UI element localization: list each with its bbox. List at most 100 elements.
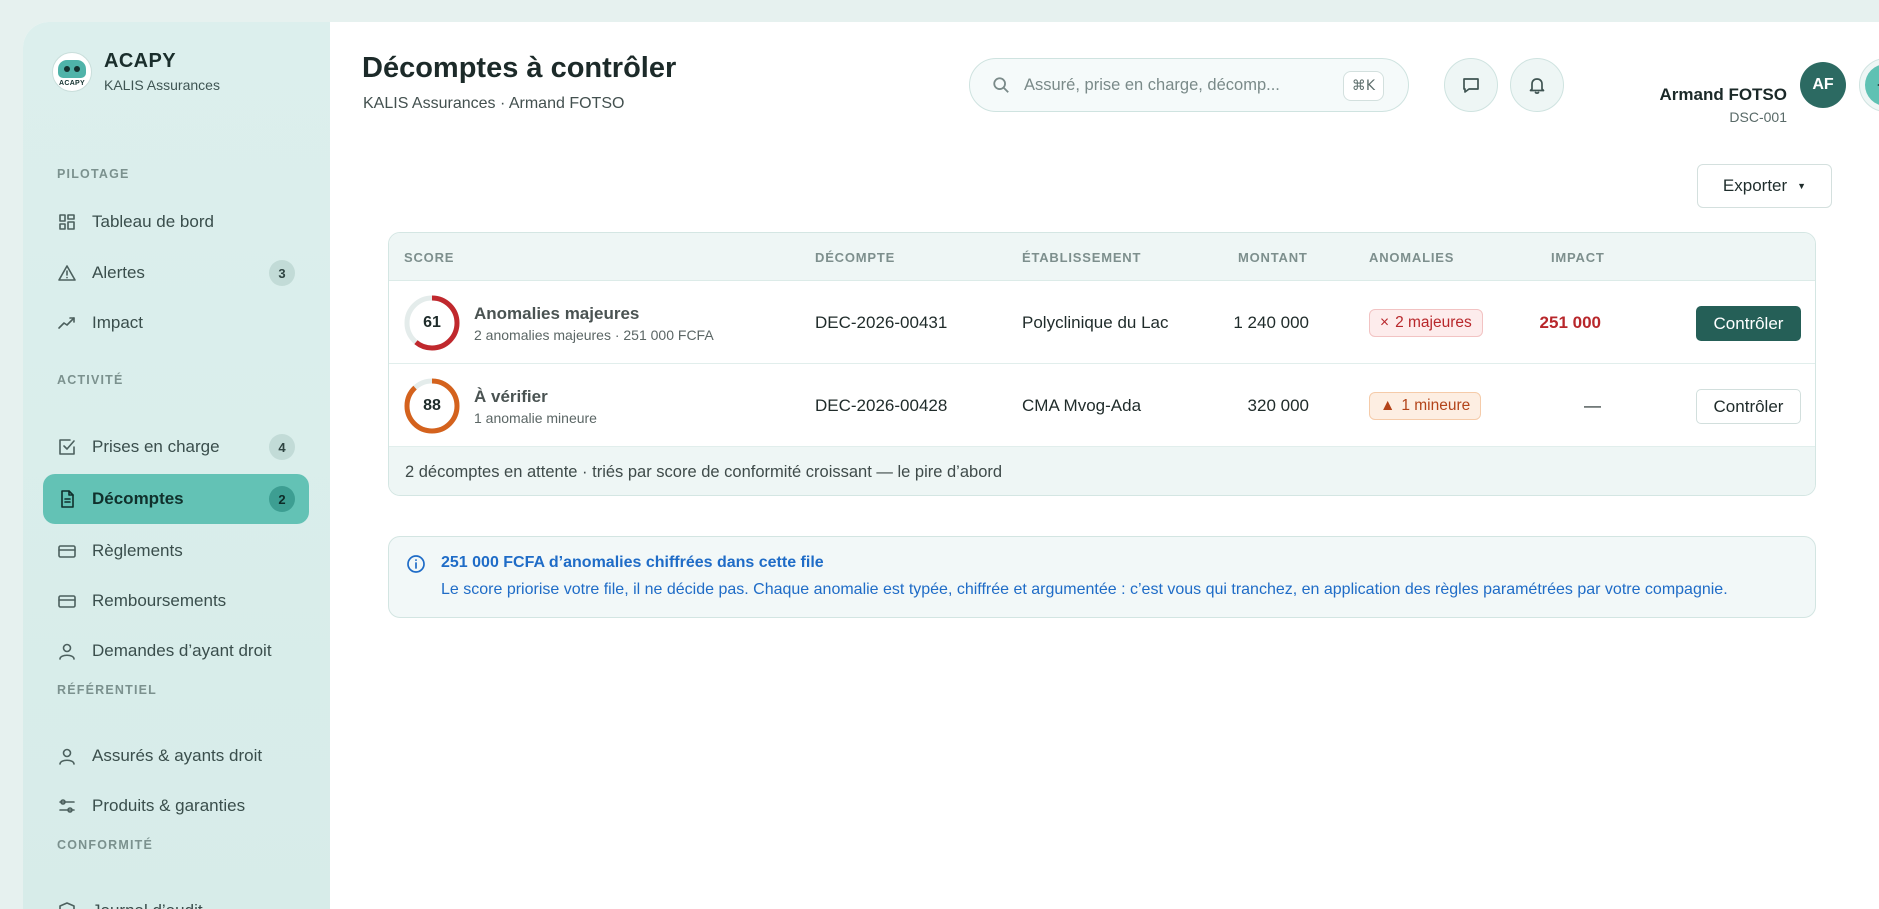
sidebar-item-reglements[interactable]: Règlements xyxy=(43,526,309,576)
info-icon xyxy=(407,555,425,573)
section-label-pilotage: PILOTAGE xyxy=(57,167,130,181)
main-content: Décomptes à contrôler KALIS Assurances ·… xyxy=(330,22,1879,909)
user-id: DSC-001 xyxy=(1729,109,1787,125)
trend-icon xyxy=(58,317,75,329)
sidebar-item-demandes-ayant-droit[interactable]: Demandes d’ayant droit xyxy=(43,626,309,676)
message-icon xyxy=(1463,78,1479,93)
sidebar-item-label: Remboursements xyxy=(92,591,227,610)
user-icon xyxy=(59,748,75,765)
section-label-conformite: CONFORMITÉ xyxy=(57,838,154,852)
grid-icon xyxy=(59,214,75,230)
sidebar-item-decomptes[interactable]: Décomptes 2 xyxy=(43,474,309,524)
row-title: Anomalies majeures xyxy=(474,304,640,323)
sidebar-item-label: Prises en charge xyxy=(92,437,220,456)
impact-value: 251 000 xyxy=(1539,313,1601,332)
export-label: Exporter xyxy=(1722,176,1788,195)
montant-value: 1 240 000 xyxy=(1233,313,1309,332)
shortcut-hint: ⌘K xyxy=(1342,71,1384,101)
card-icon xyxy=(58,595,76,608)
brand[interactable]: ACAPY ACAPY KALIS Assurances xyxy=(52,50,220,93)
info-callout: 251 000 FCFA d’anomalies chiffrées dans … xyxy=(388,536,1816,618)
card-icon xyxy=(58,545,76,558)
search-input[interactable] xyxy=(1024,75,1324,95)
sidebar-item-produits-garanties[interactable]: Produits & garanties xyxy=(43,781,309,831)
sidebar-item-alertes[interactable]: Alertes 3 xyxy=(43,248,309,298)
column-header-montant[interactable]: MONTANT xyxy=(1238,250,1308,265)
table-footer: 2 décomptes en attente · triés par score… xyxy=(389,447,1815,495)
info-title: 251 000 FCFA d’anomalies chiffrées dans … xyxy=(441,554,824,571)
column-header-decompte[interactable]: DÉCOMPTE xyxy=(815,250,895,265)
row-title: À vérifier xyxy=(474,387,548,406)
score-value: 61 xyxy=(423,314,441,331)
bell-icon xyxy=(1529,78,1545,94)
document-icon xyxy=(61,490,74,508)
sidebar-item-label: Tableau de bord xyxy=(92,212,214,231)
shield-icon xyxy=(59,902,75,909)
etablissement-name: CMA Mvog-Ada xyxy=(1022,396,1142,415)
sidebar-item-label: Règlements xyxy=(92,541,183,560)
score-ring: 61 xyxy=(403,294,461,352)
brand-company: KALIS Assurances xyxy=(104,77,220,93)
column-header-score[interactable]: SCORE xyxy=(404,250,454,265)
column-header-impact[interactable]: IMPACT xyxy=(1551,250,1605,265)
sidebar-item-label: Décomptes xyxy=(92,489,184,508)
sidebar-item-prises-en-charge[interactable]: Prises en charge 4 xyxy=(43,422,309,472)
chevron-down-icon: ▼ xyxy=(1797,181,1807,191)
impact-value: — xyxy=(1584,396,1601,415)
anomalies-badge: ▲ 1 mineure xyxy=(1369,392,1482,420)
anomalies-label: 1 mineure xyxy=(1401,397,1471,414)
page-title: Décomptes à contrôler xyxy=(362,52,677,84)
sidebar: ACAPY ACAPY KALIS Assurances PILOTAGE Ta… xyxy=(23,22,330,909)
user-name: Armand FOTSO xyxy=(1659,85,1787,104)
section-label-referentiel: RÉFÉRENTIEL xyxy=(57,683,158,697)
table-row[interactable]: 88 À vérifier 1 anomalie mineure DEC-202… xyxy=(389,364,1815,447)
decompte-id[interactable]: DEC-2026-00428 xyxy=(815,396,947,416)
table-row[interactable]: 61 Anomalies majeures 2 anomalies majeur… xyxy=(389,281,1815,364)
sliders-icon xyxy=(59,799,75,813)
info-body: Le score priorise votre file, il ne déci… xyxy=(441,581,1728,598)
sidebar-item-assures[interactable]: Assurés & ayants droit xyxy=(43,731,309,781)
theme-toggle[interactable] xyxy=(1859,58,1879,112)
controler-button[interactable]: Contrôler xyxy=(1696,389,1801,424)
sidebar-item-label: Impact xyxy=(92,313,144,332)
notifications-button[interactable] xyxy=(1510,58,1564,112)
avatar[interactable]: AF xyxy=(1800,62,1846,108)
sidebar-item-remboursements[interactable]: Remboursements xyxy=(43,576,309,626)
anomalies-badge: × 2 majeures xyxy=(1369,309,1483,337)
decomptes-table: SCORE DÉCOMPTE ÉTABLISSEMENT MONTANT ANO… xyxy=(388,232,1816,496)
sidebar-item-label: Journal d’audit xyxy=(92,901,203,909)
close-icon: × xyxy=(1380,314,1390,331)
sidebar-item-tableau-de-bord[interactable]: Tableau de bord xyxy=(43,197,309,247)
sidebar-item-impact[interactable]: Impact xyxy=(43,298,309,348)
sidebar-item-label: Demandes d’ayant droit xyxy=(92,641,272,660)
sidebar-count-badge: 2 xyxy=(269,486,295,512)
sidebar-item-label: Alertes xyxy=(92,263,145,282)
score-ring: 88 xyxy=(403,377,461,435)
brand-name: ACAPY xyxy=(104,50,177,72)
alert-triangle-icon xyxy=(58,265,76,281)
search-icon xyxy=(993,77,1009,93)
column-header-etablissement[interactable]: ÉTABLISSEMENT xyxy=(1022,250,1141,265)
etablissement-name: Polyclinique du Lac xyxy=(1022,313,1169,332)
brand-logo: ACAPY xyxy=(52,51,92,92)
brand-logo-text: ACAPY xyxy=(58,79,85,87)
anomalies-label: 2 majeures xyxy=(1395,314,1472,331)
light-mode-button[interactable] xyxy=(1865,64,1879,106)
decompte-id[interactable]: DEC-2026-00431 xyxy=(815,313,947,333)
column-header-anomalies[interactable]: ANOMALIES xyxy=(1369,250,1454,265)
page-subtitle: KALIS Assurances · Armand FOTSO xyxy=(363,95,625,112)
row-subtitle: 2 anomalies majeures · 251 000 FCFA xyxy=(474,327,714,343)
sidebar-count-badge: 4 xyxy=(269,434,295,460)
search-bar[interactable]: ⌘K xyxy=(969,58,1409,112)
table-header: SCORE DÉCOMPTE ÉTABLISSEMENT MONTANT ANO… xyxy=(389,233,1815,281)
sidebar-count-badge: 3 xyxy=(269,260,295,286)
section-label-activite: ACTIVITÉ xyxy=(57,373,124,387)
controler-button[interactable]: Contrôler xyxy=(1696,306,1801,341)
warning-triangle-icon: ▲ xyxy=(1380,397,1396,414)
montant-value: 320 000 xyxy=(1247,396,1309,415)
app-window: ACAPY ACAPY KALIS Assurances PILOTAGE Ta… xyxy=(23,22,1879,909)
export-button[interactable]: Exporter ▼ xyxy=(1697,164,1832,208)
messages-button[interactable] xyxy=(1444,58,1498,112)
row-subtitle: 1 anomalie mineure xyxy=(474,410,597,426)
sidebar-item-journal-audit[interactable]: Journal d’audit xyxy=(43,886,309,909)
